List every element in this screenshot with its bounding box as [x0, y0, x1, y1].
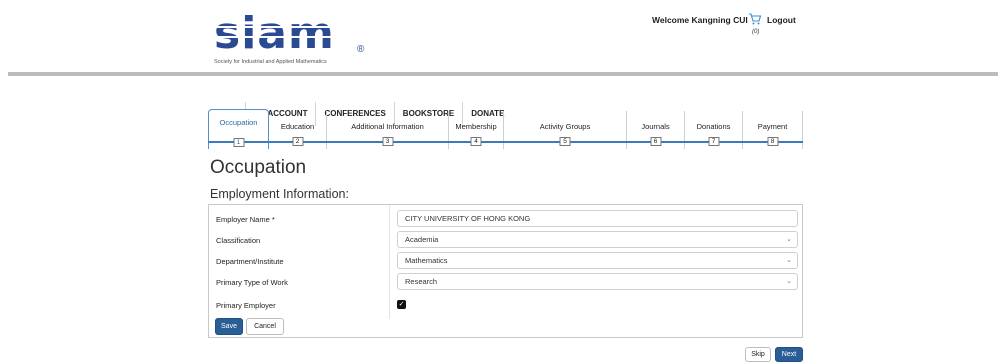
- employer-name-input[interactable]: CITY UNIVERSITY OF HONG KONG: [397, 210, 798, 227]
- classification-select[interactable]: Academia ⌄: [397, 231, 798, 248]
- logo-stripe: [214, 26, 352, 28]
- logo-wordmark: siam: [214, 8, 335, 59]
- step-label: Membership: [455, 122, 497, 131]
- primary-employer-checkbox[interactable]: ✓: [397, 300, 406, 309]
- work-type-select[interactable]: Research ⌄: [397, 273, 798, 290]
- logout-link[interactable]: Logout: [767, 15, 796, 25]
- step-label: Education: [280, 122, 315, 131]
- step-label: Journals: [641, 122, 670, 131]
- step-activity-groups[interactable]: Activity Groups 5: [504, 111, 627, 149]
- step-payment[interactable]: Payment 8: [743, 111, 803, 149]
- chevron-down-icon: ⌄: [786, 257, 792, 264]
- employer-name-label: Employer Name *: [216, 215, 275, 224]
- department-label: Department/Institute: [216, 257, 284, 266]
- header-divider-bar: [8, 72, 998, 76]
- primary-employer-label: Primary Employer: [216, 301, 276, 310]
- step-additional-information[interactable]: Additional Information 3: [327, 111, 449, 149]
- step-membership[interactable]: Membership 4: [449, 111, 504, 149]
- chevron-down-icon: ⌄: [786, 236, 792, 243]
- work-type-label: Primary Type of Work: [216, 278, 288, 287]
- step-donations[interactable]: Donations 7: [685, 111, 743, 149]
- save-button[interactable]: Save: [215, 318, 243, 335]
- step-number: 1: [233, 138, 244, 147]
- step-number: 7: [708, 137, 719, 146]
- step-label: Donations: [696, 122, 731, 131]
- welcome-text: Welcome Kangning CUI: [652, 15, 748, 25]
- page-title: Occupation: [210, 157, 307, 178]
- step-number: 4: [470, 137, 482, 146]
- registered-mark: ®: [357, 44, 365, 55]
- step-number: 6: [650, 137, 661, 146]
- step-label: Activity Groups: [539, 122, 591, 131]
- work-type-value: Research: [405, 277, 438, 286]
- cart-count: (0): [752, 29, 760, 35]
- employer-name-value: CITY UNIVERSITY OF HONG KONG: [405, 214, 531, 223]
- cart-icon[interactable]: [748, 12, 762, 26]
- form-row-department: Department/Institute Mathematics ⌄: [209, 250, 802, 272]
- department-value: Mathematics: [405, 256, 448, 265]
- logo-tagline: Society for Industrial and Applied Mathe…: [214, 59, 327, 65]
- form-row-classification: Classification Academia ⌄: [209, 229, 802, 251]
- skip-button[interactable]: Skip: [745, 347, 771, 362]
- department-select[interactable]: Mathematics ⌄: [397, 252, 798, 269]
- form-row-primary-employer: Primary Employer ✓: [209, 294, 802, 316]
- step-number: 8: [767, 137, 778, 146]
- section-title: Employment Information:: [210, 187, 349, 201]
- classification-label: Classification: [216, 236, 261, 245]
- form-row-work-type: Primary Type of Work Research ⌄: [209, 271, 802, 293]
- form-row-employer-name: Employer Name * CITY UNIVERSITY OF HONG …: [209, 208, 802, 230]
- step-tabs: Occupation 1 Education 2 Additional Info…: [208, 109, 803, 155]
- siam-logo[interactable]: siam ® Society for Industrial and Applie…: [214, 8, 384, 72]
- step-label: Additional Information: [351, 122, 424, 131]
- chevron-down-icon: ⌄: [786, 278, 792, 285]
- step-occupation[interactable]: Occupation 1: [208, 109, 269, 149]
- step-journals[interactable]: Journals 6: [627, 111, 685, 149]
- step-education[interactable]: Education 2: [269, 111, 327, 149]
- next-button[interactable]: Next: [775, 347, 803, 362]
- step-label: Occupation: [219, 118, 258, 127]
- employment-form: Employer Name * CITY UNIVERSITY OF HONG …: [208, 204, 803, 338]
- logo-stripe: [214, 36, 352, 38]
- cancel-button[interactable]: Cancel: [246, 318, 284, 335]
- classification-value: Academia: [405, 235, 439, 244]
- step-label: Payment: [757, 122, 788, 131]
- step-number: 2: [292, 137, 303, 146]
- step-number: 3: [382, 137, 393, 146]
- step-number: 5: [559, 137, 571, 146]
